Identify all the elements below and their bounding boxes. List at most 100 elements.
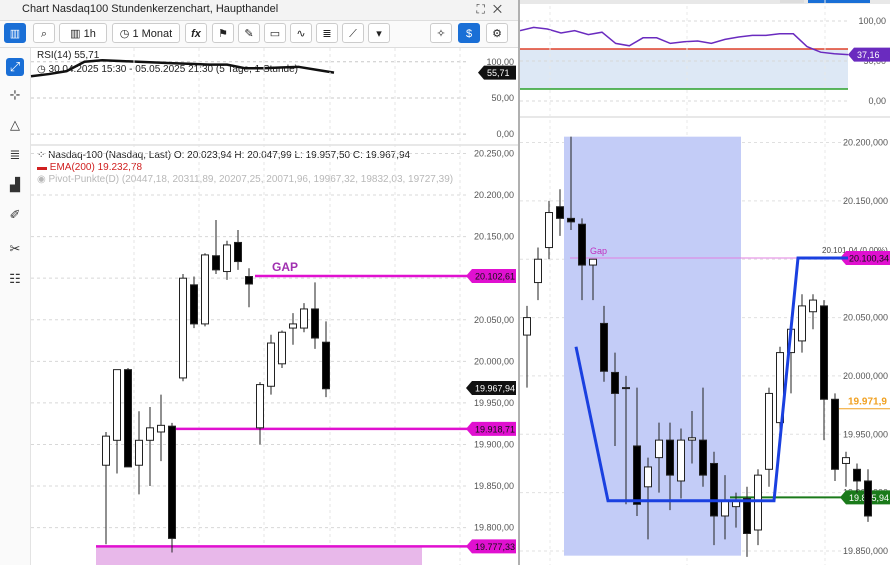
close-icon[interactable]: ✕: [493, 2, 510, 16]
title-bar: Chart Nasdaq100 Stundenkerzenchart, Haup…: [0, 0, 518, 21]
rsi-tick-label: 50,00: [491, 93, 514, 103]
rect-tool-button[interactable]: ▭: [264, 23, 286, 43]
sidebar-tool-pattern[interactable]: ▟: [6, 176, 24, 194]
left-candle-body: [113, 369, 121, 441]
right-candle-body: [765, 392, 773, 470]
ema-legend: ▬ EMA(200) 19.232,78: [37, 162, 142, 173]
level-price-tag: 19.918,71: [475, 424, 515, 434]
pivot-label: Pivot-Punkte(D): [48, 174, 120, 185]
right-header-button: [808, 0, 870, 3]
right-candle-body: [523, 317, 531, 336]
tool-sidebar: ⤢ ⊹ △ ≣ ▟ ✐ ✂ ☷: [0, 48, 31, 565]
support-zone: [96, 546, 422, 565]
rsi-value: 55,71: [74, 50, 100, 61]
sidebar-tool-brush[interactable]: ✐: [6, 206, 24, 224]
pattern-icon: ▟: [10, 177, 20, 192]
path-tool-button[interactable]: ∿: [290, 23, 312, 43]
rsi-tick-label: 100,00: [486, 57, 514, 67]
right-candle-body: [611, 371, 619, 394]
ema-label: EMA(200): [49, 162, 95, 173]
path-icon: ∿: [296, 28, 306, 40]
right-candle-body: [853, 468, 861, 482]
interval-label: 1h: [83, 28, 96, 40]
chart-type-button[interactable]: ▥: [4, 23, 26, 43]
level-price-tag: 20.102,61: [475, 272, 515, 282]
add-button[interactable]: ✧: [430, 23, 452, 43]
right-candle-body: [545, 212, 553, 249]
sidebar-tool-indicator[interactable]: ⤢: [6, 58, 24, 76]
more-dropdown-button[interactable]: ▾: [368, 23, 390, 43]
clock-icon: ◷: [37, 64, 46, 75]
right-price-tick-label: 19.850,000: [843, 546, 888, 556]
right-price-tick-label: 20.150,000: [843, 196, 888, 206]
level-price-tag: 19.777,33: [475, 542, 515, 552]
grid-icon: ⁘: [37, 150, 49, 161]
interval-button[interactable]: ▥ 1h: [59, 23, 107, 43]
sidebar-tool-fib[interactable]: ≣: [6, 146, 24, 164]
left-candle-body: [146, 427, 154, 441]
range-label: 1 Monat: [132, 28, 173, 40]
level-price-tag-bg: [466, 421, 516, 436]
clock-icon: ◷: [119, 28, 133, 40]
right-candle-body: [534, 258, 542, 284]
price-tick-label: 19.850,00: [474, 481, 514, 491]
price-tick-label: 19.900,00: [474, 439, 514, 449]
level-price-tag-bg: [466, 269, 516, 284]
chart-toolbar: ▥ ⌕ ▥ 1h ◷ 1 Monat fx ⚑ ✎ ▭ ∿ ≣ ⟋ ▾ ✧ $ …: [0, 21, 518, 48]
indicator-icon: ⤢: [9, 59, 21, 74]
date-range-legend: ◷ 30.04.2025 15:30 - 05.05.2025 21:30 (5…: [37, 64, 298, 75]
search-icon: ⌕: [40, 28, 48, 40]
left-candle-body: [102, 435, 110, 466]
left-candle-body: [278, 331, 286, 365]
rsi-last-value-tag-bg: [478, 65, 516, 80]
rsi-last-value-tag: 55,71: [487, 68, 510, 78]
right-candle-body: [798, 305, 806, 342]
right-candle-body: [644, 466, 652, 488]
date-range-text: 30.04.2025 15:30 - 05.05.2025 21:30: [48, 64, 214, 75]
left-chart-canvas: 100,00 50,00 0,00 55,71 20.250,00 20.200,00 20…: [30, 48, 518, 565]
candles-small-icon: ▥: [70, 28, 84, 40]
right-candle-body: [666, 439, 674, 476]
left-candle-body: [124, 369, 132, 468]
ohlc-values: O: 20.023,94 H: 20.047,99 L: 19.957,50 C…: [173, 150, 411, 161]
right-candle-body: [622, 387, 630, 390]
brush-tool-button[interactable]: ⟋: [342, 23, 364, 43]
right-candle-body: [842, 457, 850, 464]
left-candle-body: [311, 308, 319, 339]
search-button[interactable]: ⌕: [33, 23, 55, 43]
sidebar-tool-measure[interactable]: ✂: [6, 240, 24, 258]
range-button[interactable]: ◷ 1 Monat: [112, 23, 180, 43]
right-price-tick-label: 20.200,000: [843, 138, 888, 148]
sidebar-tool-triangle[interactable]: △: [6, 116, 24, 134]
line-tool-button[interactable]: ✎: [238, 23, 260, 43]
brush-icon: ✐: [9, 207, 21, 222]
fib-icon: ≣: [9, 147, 21, 162]
left-candle-body: [256, 384, 264, 429]
right-candle-body: [743, 497, 751, 534]
sidebar-tool-crosshair[interactable]: ⊹: [6, 86, 24, 104]
settings-button[interactable]: ⚙: [486, 23, 508, 43]
right-rsi-last-tag: 37,16: [857, 50, 880, 60]
orange-level-label: 19.971,9: [848, 397, 887, 408]
fib-icon: ≣: [322, 28, 332, 40]
flag-button[interactable]: ⚑: [212, 23, 234, 43]
right-candle-body: [655, 439, 663, 459]
price-tick-label: 19.800,00: [474, 523, 514, 533]
price-tick-label: 20.200,00: [474, 190, 514, 200]
indicator-button[interactable]: fx: [185, 23, 207, 43]
right-candle-body: [677, 439, 685, 482]
left-candle-body: [168, 425, 176, 539]
instrument-name: Nasdaq-100 (Nasdaq, Last): [48, 150, 172, 161]
right-candle-body: [831, 398, 839, 470]
currency-button[interactable]: $: [458, 23, 480, 43]
expand-icon[interactable]: ⛶: [476, 2, 492, 16]
left-candle-body: [234, 241, 242, 263]
right-rsi-tick-label: 100,00: [858, 16, 886, 26]
fib-tool-button[interactable]: ≣: [316, 23, 338, 43]
sidebar-tool-list[interactable]: ☷: [6, 270, 24, 288]
dollar-icon: $: [465, 28, 473, 40]
price-tick-label: 20.050,00: [474, 315, 514, 325]
right-candle-body: [578, 223, 586, 266]
rectangle-icon: ▭: [269, 28, 281, 40]
pivot-dot-icon: ◉: [37, 174, 49, 185]
